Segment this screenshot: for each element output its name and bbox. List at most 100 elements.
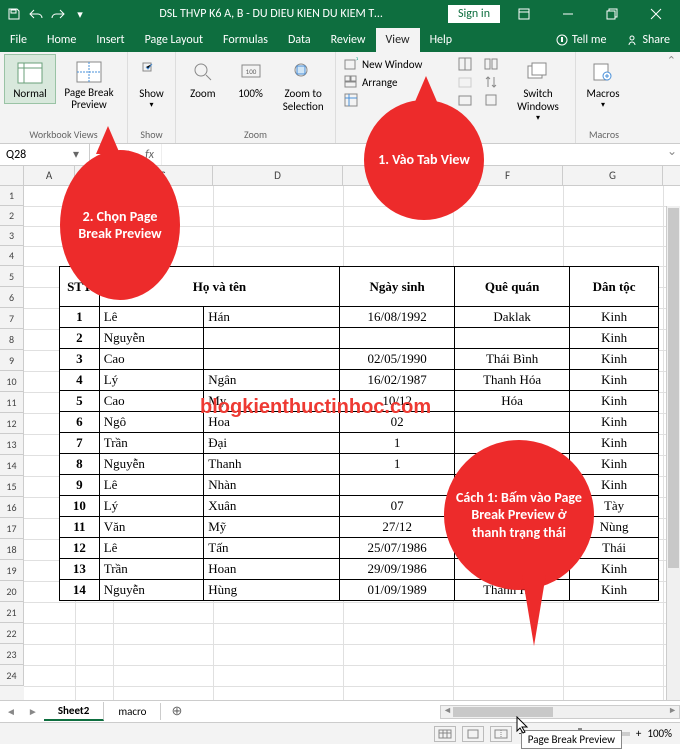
- vertical-scrollbar[interactable]: [666, 206, 680, 700]
- split-button[interactable]: [456, 56, 476, 72]
- minimize-button[interactable]: [548, 0, 588, 28]
- hide-button[interactable]: [456, 74, 476, 90]
- row-header[interactable]: 1: [0, 186, 24, 206]
- name-box[interactable]: Q28▾: [0, 144, 90, 165]
- share-button[interactable]: Share: [616, 28, 680, 52]
- new-window-button[interactable]: ✶New Window: [342, 56, 450, 72]
- col-header[interactable]: D: [213, 166, 343, 185]
- row-header[interactable]: 20: [0, 581, 24, 602]
- expand-formula-icon[interactable]: ⌄: [664, 144, 680, 165]
- row-header[interactable]: 12: [0, 413, 24, 434]
- col-header[interactable]: G: [563, 166, 663, 185]
- unhide-icon: [458, 93, 472, 107]
- save-icon[interactable]: [6, 6, 22, 22]
- row-header[interactable]: 19: [0, 560, 24, 581]
- row-header[interactable]: 14: [0, 455, 24, 476]
- ribbon-options-icon[interactable]: [504, 0, 544, 28]
- row-header[interactable]: 13: [0, 434, 24, 455]
- undo-icon[interactable]: [28, 6, 44, 22]
- select-all-cell[interactable]: [0, 166, 24, 185]
- tab-page-layout[interactable]: Page Layout: [135, 28, 213, 52]
- page-layout-status-icon[interactable]: [462, 726, 484, 742]
- collapse-ribbon-icon[interactable]: ⌃: [667, 54, 676, 67]
- signin-button[interactable]: Sign in: [448, 5, 500, 23]
- macros-button[interactable]: Macros▾: [580, 54, 626, 113]
- sheet-nav-prev[interactable]: ◄: [0, 705, 22, 718]
- tab-help[interactable]: Help: [420, 28, 463, 52]
- namebox-dropdown-icon[interactable]: ▾: [69, 147, 83, 162]
- normal-view-icon: [17, 60, 43, 86]
- row-header[interactable]: 2: [0, 206, 24, 226]
- tell-me[interactable]: Tell me: [546, 28, 617, 52]
- row-header[interactable]: 8: [0, 329, 24, 350]
- normal-view-button[interactable]: Normal: [4, 54, 56, 104]
- page-break-preview-status-icon[interactable]: [490, 726, 512, 742]
- view-side-button[interactable]: [482, 56, 504, 72]
- annotation-bubble-3: Cách 1: Bấm vào Page Break Preview ở tha…: [444, 440, 594, 590]
- zoom-selection-button[interactable]: Zoom to Selection: [275, 54, 331, 116]
- row-header[interactable]: 21: [0, 602, 24, 623]
- row-header[interactable]: 23: [0, 644, 24, 665]
- tab-review[interactable]: Review: [321, 28, 376, 52]
- row-header[interactable]: 16: [0, 497, 24, 518]
- col-header[interactable]: A: [24, 166, 75, 185]
- unhide-button[interactable]: [456, 92, 476, 108]
- zoom-level[interactable]: 100%: [647, 727, 672, 740]
- hide-icon: [458, 75, 472, 89]
- row-header[interactable]: 15: [0, 476, 24, 497]
- row-header[interactable]: 10: [0, 371, 24, 392]
- table-row: 4LýNgân16/02/1987Thanh HóaKinh: [60, 370, 659, 391]
- redo-icon[interactable]: [50, 6, 66, 22]
- horizontal-scrollbar[interactable]: ◄►: [440, 705, 680, 719]
- zoom-in-button[interactable]: +: [636, 727, 641, 740]
- row-header[interactable]: 22: [0, 623, 24, 644]
- tab-formulas[interactable]: Formulas: [213, 28, 278, 52]
- page-break-preview-label: Page Break Preview: [61, 87, 117, 111]
- page-break-preview-button[interactable]: Page Break Preview: [58, 54, 120, 114]
- table-row: 7TrầnĐại1Kinh: [60, 433, 659, 454]
- svg-text:100: 100: [245, 67, 256, 76]
- annotation-bubble-2: 2. Chọn Page Break Preview: [60, 150, 180, 300]
- qat-customize-icon[interactable]: ▾: [72, 6, 88, 22]
- tab-data[interactable]: Data: [278, 28, 321, 52]
- restore-button[interactable]: [592, 0, 632, 28]
- row-header[interactable]: 18: [0, 539, 24, 560]
- row-header[interactable]: 3: [0, 226, 24, 246]
- watermark-text: blogkienthuctinhoc.com: [200, 396, 431, 419]
- tab-file[interactable]: File: [0, 28, 37, 52]
- sheet-tab-active[interactable]: Sheet2: [44, 702, 105, 721]
- macros-icon: [590, 59, 616, 85]
- row-header[interactable]: 11: [0, 392, 24, 413]
- annotation-bubble-1: 1. Vào Tab View: [364, 100, 484, 220]
- reset-window-button[interactable]: [482, 92, 504, 108]
- row-header[interactable]: 4: [0, 246, 24, 266]
- row-header[interactable]: 5: [0, 266, 24, 287]
- tab-home[interactable]: Home: [37, 28, 86, 52]
- tab-insert[interactable]: Insert: [86, 28, 134, 52]
- zoom-100-button[interactable]: 100100%: [228, 54, 274, 103]
- show-button[interactable]: Show▾: [132, 54, 171, 113]
- normal-view-status-icon[interactable]: [434, 726, 456, 742]
- zoom-button[interactable]: Zoom: [180, 54, 226, 103]
- group-show: Show▾ Show: [128, 52, 176, 143]
- sheet-tab[interactable]: macro: [104, 703, 161, 720]
- sheet-nav-next[interactable]: ►: [22, 705, 44, 718]
- table-row: 1LêHán16/08/1992DaklakKinh: [60, 307, 659, 328]
- row-header[interactable]: 7: [0, 308, 24, 329]
- title-bar: ▾ DSL THVP K6 A, B - DU DIEU KIEN DU KIE…: [0, 0, 680, 28]
- sync-scroll-button[interactable]: [482, 74, 504, 90]
- table-row: 14NguyễnHùng01/09/1989Thanh HóaKinh: [60, 580, 659, 601]
- row-header[interactable]: 6: [0, 287, 24, 308]
- tab-view[interactable]: View: [376, 28, 420, 52]
- row-header[interactable]: 17: [0, 518, 24, 539]
- arrange-icon: [344, 75, 358, 89]
- row-header[interactable]: 24: [0, 665, 24, 686]
- switch-windows-button[interactable]: Switch Windows▾: [508, 54, 568, 126]
- close-button[interactable]: [636, 0, 676, 28]
- quick-access-toolbar: ▾: [0, 6, 94, 22]
- th-quequan: Quê quán: [455, 267, 570, 307]
- freeze-icon: [344, 93, 358, 107]
- switch-windows-icon: [525, 59, 551, 85]
- row-header[interactable]: 9: [0, 350, 24, 371]
- add-sheet-button[interactable]: ⊕: [161, 704, 192, 719]
